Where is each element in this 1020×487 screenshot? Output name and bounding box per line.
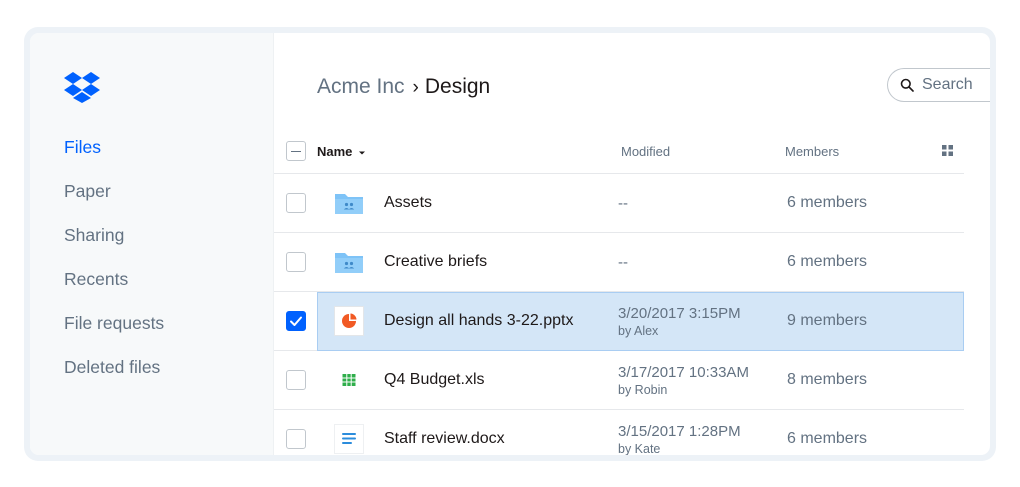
- column-header-members[interactable]: Members: [785, 144, 839, 159]
- grid-view-icon[interactable]: [942, 145, 953, 156]
- shared-folder-icon: [335, 253, 363, 273]
- modified-cell: --: [618, 195, 628, 213]
- modified-cell: 3/15/2017 1:28PM by Kate: [618, 423, 741, 455]
- search-input[interactable]: [922, 76, 990, 94]
- modified-date: --: [618, 195, 628, 212]
- column-header-name-label: Name: [317, 144, 353, 159]
- breadcrumb-separator-icon: ›: [412, 77, 419, 98]
- row-checkbox[interactable]: [286, 252, 306, 272]
- sidebar-item-sharing[interactable]: Sharing: [64, 223, 164, 267]
- page-title: Design: [424, 75, 491, 98]
- spreadsheet-icon: [342, 374, 356, 386]
- search-box[interactable]: [887, 68, 990, 102]
- modified-date: 3/15/2017 1:28PM: [618, 423, 741, 440]
- modified-cell: 3/17/2017 10:33AM by Robin: [618, 364, 749, 398]
- checkmark-icon: [290, 316, 302, 326]
- modified-by: by Kate: [618, 442, 661, 455]
- table-row[interactable]: Creative briefs -- 6 members: [274, 233, 964, 292]
- modified-by: by Robin: [618, 383, 668, 397]
- modified-date: --: [618, 254, 628, 271]
- file-name[interactable]: Staff review.docx: [384, 430, 505, 448]
- breadcrumb: Acme Inc › Design: [317, 73, 490, 102]
- sidebar-item-paper[interactable]: Paper: [64, 179, 164, 223]
- breadcrumb-parent[interactable]: Acme Inc: [317, 75, 405, 98]
- file-name[interactable]: Design all hands 3-22.pptx: [384, 312, 573, 330]
- sidebar-item-files[interactable]: Files: [64, 135, 164, 179]
- shared-folder-icon: [335, 194, 363, 214]
- modified-cell: --: [618, 254, 628, 272]
- file-name[interactable]: Assets: [384, 194, 432, 212]
- main-panel: Acme Inc›Design Name Modified Memb: [274, 33, 990, 455]
- modified-cell: 3/20/2017 3:15PM by Alex: [618, 305, 741, 339]
- row-checkbox[interactable]: [286, 429, 306, 449]
- table-row[interactable]: Q4 Budget.xls 3/17/2017 10:33AM by Robin…: [274, 351, 964, 410]
- modified-by: by Alex: [618, 324, 659, 338]
- modified-date: 3/20/2017 3:15PM: [618, 305, 741, 322]
- members-count[interactable]: 9 members: [787, 312, 867, 330]
- file-name[interactable]: Creative briefs: [384, 253, 487, 271]
- dropbox-logo-icon[interactable]: [64, 71, 100, 103]
- column-header-name[interactable]: Name: [317, 144, 366, 159]
- modified-date: 3/17/2017 10:33AM: [618, 364, 749, 381]
- sidebar-item-recents[interactable]: Recents: [64, 267, 164, 311]
- app-frame: Files Paper Sharing Recents File request…: [24, 27, 996, 461]
- column-header-modified[interactable]: Modified: [621, 144, 670, 159]
- file-name[interactable]: Q4 Budget.xls: [384, 371, 485, 389]
- members-count[interactable]: 6 members: [787, 253, 867, 271]
- members-count[interactable]: 6 members: [787, 430, 867, 448]
- sidebar-nav: Files Paper Sharing Recents File request…: [64, 135, 164, 399]
- members-count[interactable]: 8 members: [787, 371, 867, 389]
- table-header: Name Modified Members: [274, 129, 964, 174]
- sidebar-item-file-requests[interactable]: File requests: [64, 311, 164, 355]
- sidebar-item-deleted-files[interactable]: Deleted files: [64, 355, 164, 399]
- select-all-checkbox[interactable]: [286, 141, 306, 161]
- file-table: Name Modified Members Assets -- 6 member…: [274, 129, 964, 455]
- sort-caret-down-icon: [359, 151, 366, 155]
- row-checkbox-checked[interactable]: [286, 311, 306, 331]
- table-row[interactable]: Staff review.docx 3/15/2017 1:28PM by Ka…: [274, 410, 964, 455]
- members-count[interactable]: 6 members: [787, 194, 867, 212]
- presentation-icon: [334, 306, 364, 336]
- search-icon: [900, 78, 914, 92]
- document-icon: [334, 424, 364, 454]
- row-checkbox[interactable]: [286, 193, 306, 213]
- sidebar: Files Paper Sharing Recents File request…: [30, 33, 274, 455]
- table-row-selected[interactable]: Design all hands 3-22.pptx 3/20/2017 3:1…: [274, 292, 964, 351]
- row-checkbox[interactable]: [286, 370, 306, 390]
- app-window: Files Paper Sharing Recents File request…: [30, 33, 990, 455]
- table-row[interactable]: Assets -- 6 members: [274, 174, 964, 233]
